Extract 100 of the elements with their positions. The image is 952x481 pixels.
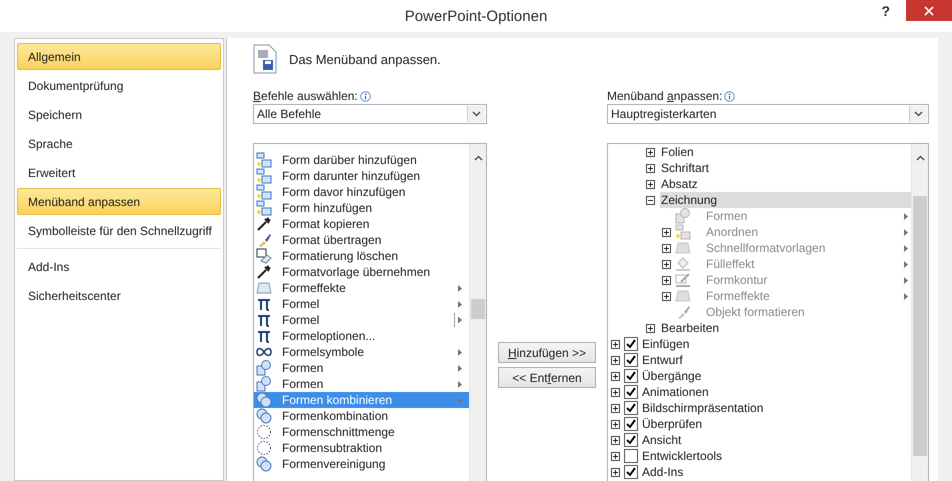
expand-icon[interactable] bbox=[646, 324, 655, 332]
tree-item[interactable]: Einfügen bbox=[642, 337, 690, 351]
expand-icon[interactable] bbox=[611, 452, 620, 460]
shapes-icon bbox=[256, 376, 272, 392]
expand-icon[interactable] bbox=[611, 404, 620, 412]
bucket-icon bbox=[675, 256, 691, 272]
sidebar-item[interactable]: Allgemein bbox=[17, 43, 221, 70]
command-item[interactable]: Formenvereinigung bbox=[254, 456, 469, 472]
expand-icon[interactable] bbox=[611, 388, 620, 396]
checkbox[interactable] bbox=[624, 417, 638, 431]
tree-item[interactable]: Add-Ins bbox=[642, 465, 684, 479]
info-icon[interactable] bbox=[360, 90, 371, 102]
expand-icon[interactable] bbox=[611, 468, 620, 476]
expand-icon[interactable] bbox=[646, 180, 655, 188]
tree-item[interactable]: Zeichnung bbox=[660, 192, 911, 208]
expand-icon[interactable] bbox=[662, 260, 671, 268]
submenu-arrow-icon bbox=[458, 364, 463, 372]
scroll-up-icon[interactable] bbox=[474, 155, 483, 161]
pencil-icon bbox=[675, 272, 691, 288]
circles-icon bbox=[256, 392, 272, 408]
dotted-circle-icon bbox=[256, 440, 272, 456]
scrollbar[interactable] bbox=[911, 144, 928, 481]
expand-icon[interactable] bbox=[662, 228, 671, 236]
command-item[interactable]: Formel bbox=[254, 312, 469, 328]
command-item[interactable]: Formen bbox=[254, 360, 469, 376]
expand-icon[interactable] bbox=[611, 340, 620, 348]
command-item[interactable]: Form darunter hinzufügen bbox=[254, 168, 469, 184]
checkbox[interactable] bbox=[624, 465, 638, 479]
commands-dropdown[interactable]: Alle Befehle bbox=[253, 104, 487, 124]
command-item[interactable]: Formelsymbole bbox=[254, 344, 469, 360]
checkbox[interactable] bbox=[624, 369, 638, 383]
add-button[interactable]: Hinzufügen >> bbox=[498, 342, 596, 363]
command-item[interactable]: Form hinzufügen bbox=[254, 200, 469, 216]
sidebar-item[interactable]: Symbolleiste für den Schnellzugriff bbox=[17, 217, 221, 244]
command-item[interactable]: Form davor hinzufügen bbox=[254, 184, 469, 200]
remove-button[interactable]: << Entfernen bbox=[498, 367, 596, 388]
document-icon bbox=[253, 44, 277, 74]
close-icon[interactable] bbox=[924, 6, 934, 16]
tree-item[interactable]: Entwicklertools bbox=[642, 449, 722, 463]
checkbox[interactable] bbox=[624, 353, 638, 367]
field-label: Befehle auswählen: bbox=[253, 89, 358, 103]
tree-item[interactable]: Ansicht bbox=[642, 433, 682, 447]
boxes-icon bbox=[256, 168, 272, 184]
command-item[interactable]: Formeffekte bbox=[254, 280, 469, 296]
sidebar-item[interactable]: Erweitert bbox=[17, 159, 221, 186]
tree-item[interactable]: Bildschirmpräsentation bbox=[642, 401, 764, 415]
tree-item[interactable]: Entwurf bbox=[642, 353, 683, 367]
scroll-up-icon[interactable] bbox=[916, 155, 925, 161]
boxes-icon bbox=[675, 224, 691, 240]
command-item[interactable]: Formel bbox=[254, 296, 469, 312]
expand-icon[interactable] bbox=[662, 276, 671, 284]
command-item[interactable]: Format übertragen bbox=[254, 232, 469, 248]
command-item[interactable]: Formenschnittmenge bbox=[254, 424, 469, 440]
expand-icon[interactable] bbox=[611, 436, 620, 444]
expand-icon[interactable] bbox=[662, 292, 671, 300]
tree-item[interactable]: Animationen bbox=[642, 385, 709, 399]
checkbox[interactable] bbox=[624, 401, 638, 415]
command-item[interactable]: Formenkombination bbox=[254, 408, 469, 424]
command-item[interactable]: Format kopieren bbox=[254, 216, 469, 232]
collapse-icon[interactable] bbox=[646, 196, 655, 204]
info-icon[interactable] bbox=[724, 90, 736, 102]
sidebar-item[interactable]: Sprache bbox=[17, 130, 221, 157]
circles-icon bbox=[256, 456, 272, 472]
checkbox[interactable] bbox=[624, 337, 638, 351]
expand-icon[interactable] bbox=[611, 420, 620, 428]
tree-item[interactable]: Überprüfen bbox=[642, 417, 702, 431]
command-item[interactable]: Formen bbox=[254, 376, 469, 392]
scrollbar-thumb[interactable] bbox=[471, 299, 485, 319]
checkbox[interactable] bbox=[624, 433, 638, 447]
expand-icon[interactable] bbox=[646, 164, 655, 172]
eyedropper-icon bbox=[256, 264, 272, 280]
expand-icon[interactable] bbox=[611, 372, 620, 380]
ribbon-dropdown[interactable]: Hauptregisterkarten bbox=[607, 104, 929, 124]
expand-icon[interactable] bbox=[611, 356, 620, 364]
tree-item[interactable]: Schriftart bbox=[660, 160, 911, 176]
boxes-icon bbox=[256, 152, 272, 168]
sidebar-item[interactable]: Speichern bbox=[17, 101, 221, 128]
help-button[interactable]: ? bbox=[881, 3, 890, 19]
command-item[interactable]: Formatvorlage übernehmen bbox=[254, 264, 469, 280]
pi-icon bbox=[256, 296, 272, 312]
tree-item[interactable]: Folien bbox=[660, 144, 911, 160]
command-item[interactable]: Formatierung löschen bbox=[254, 248, 469, 264]
tree-item[interactable]: Bearbeiten bbox=[660, 320, 911, 336]
tree-item[interactable]: Absatz bbox=[660, 176, 911, 192]
sidebar-item[interactable]: Sicherheitscenter bbox=[17, 282, 221, 309]
scrollbar-thumb[interactable] bbox=[913, 196, 927, 456]
expand-icon[interactable] bbox=[662, 244, 671, 252]
checkbox[interactable] bbox=[624, 449, 638, 463]
tree-item[interactable]: Übergänge bbox=[642, 369, 702, 383]
submenu-arrow-icon bbox=[458, 396, 463, 404]
command-item[interactable]: Formensubtraktion bbox=[254, 440, 469, 456]
command-item[interactable]: Form darüber hinzufügen bbox=[254, 152, 469, 168]
sidebar-item[interactable]: Add-Ins bbox=[17, 253, 221, 280]
checkbox[interactable] bbox=[624, 385, 638, 399]
sidebar-item[interactable]: Menüband anpassen bbox=[17, 188, 221, 215]
expand-icon[interactable] bbox=[646, 148, 655, 156]
scrollbar[interactable] bbox=[469, 144, 486, 481]
close-button[interactable] bbox=[906, 0, 952, 21]
command-item[interactable]: Formeloptionen... bbox=[254, 328, 469, 344]
sidebar-item[interactable]: Dokumentprüfung bbox=[17, 72, 221, 99]
